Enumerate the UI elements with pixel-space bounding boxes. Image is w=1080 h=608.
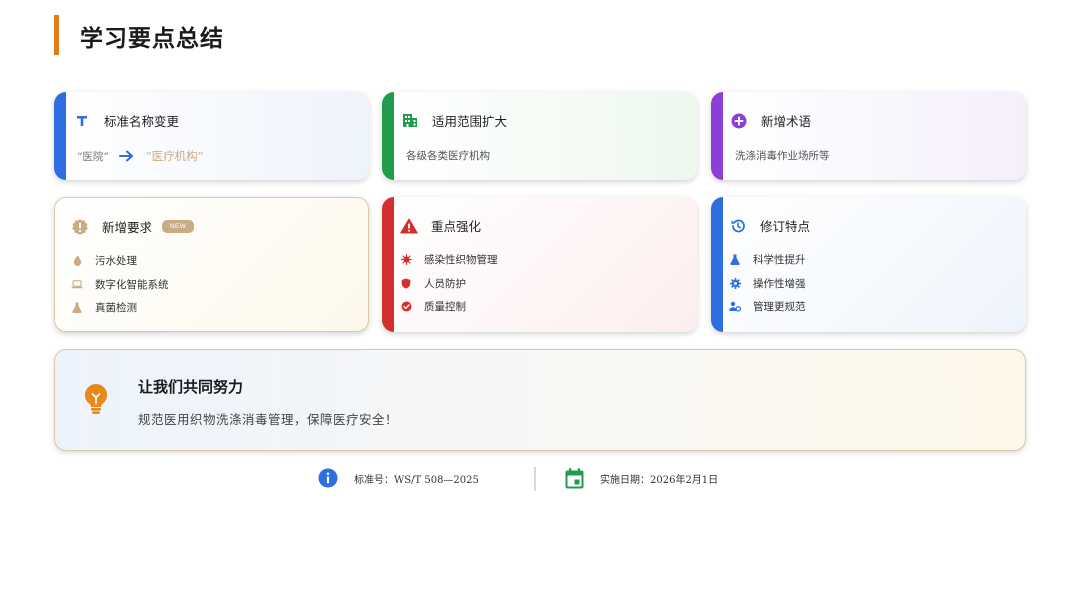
card-scope-expansion: 适用范围扩大 各级各类医疗机构 — [382, 92, 697, 180]
card-new-terms: 新增术语 洗涤消毒作业场所等 — [711, 92, 1026, 180]
card-title: 新增要求 — [102, 220, 153, 235]
plus-circle-icon — [730, 112, 748, 130]
flask-icon — [71, 302, 83, 314]
list-item: 质量控制 — [400, 295, 498, 319]
card-title: 适用范围扩大 — [432, 114, 508, 129]
card-standard-name-change: 标准名称变更 “医院” “医疗机构” — [54, 92, 369, 180]
implementation-date: 实施日期：2026年2月1日 — [600, 475, 719, 486]
users-gear-icon — [729, 301, 741, 313]
list-item: 人员防护 — [400, 272, 498, 296]
calendar-icon — [565, 468, 584, 489]
footer-standard: 标准号：WS/T 508—2025 — [318, 468, 479, 488]
motivation-banner: 让我们共同努力 规范医用织物洗涤消毒管理，保障医疗安全！ — [54, 349, 1026, 451]
warning-icon — [400, 217, 418, 235]
card-accent — [54, 92, 66, 180]
card-accent — [711, 197, 723, 332]
card-title: 标准名称变更 — [104, 114, 180, 129]
card-accent — [711, 92, 723, 180]
droplet-icon — [71, 255, 83, 267]
list-item: 科学性提升 — [729, 248, 806, 272]
list-item: 数字化智能系统 — [71, 273, 169, 297]
arrow-right-icon — [118, 150, 134, 162]
building-icon — [401, 112, 419, 130]
list-item: 真菌检测 — [71, 296, 169, 320]
standard-number: 标准号：WS/T 508—2025 — [354, 474, 479, 486]
history-icon — [729, 217, 747, 235]
card-title: 重点强化 — [431, 219, 482, 234]
list-item: 操作性增强 — [729, 272, 806, 296]
gear-icon — [729, 277, 741, 289]
title-accent-bar — [54, 15, 59, 55]
card-text: 各级各类医疗机构 — [406, 150, 490, 162]
shield-icon — [400, 277, 412, 289]
virus-icon — [400, 254, 412, 266]
lightbulb-icon — [83, 383, 109, 415]
old-name: “医院” — [77, 150, 109, 163]
flask-icon — [729, 254, 741, 266]
list-item: 感染性织物管理 — [400, 248, 498, 272]
footer-divider — [534, 467, 536, 491]
text-t-icon — [73, 112, 91, 130]
card-new-requirements: 新增要求 NEW 污水处理 数字化智能系统 真菌检测 — [54, 197, 369, 332]
check-badge-icon — [400, 301, 412, 313]
footer-date: 实施日期：2026年2月1日 — [565, 468, 718, 489]
card-accent — [382, 197, 394, 332]
card-title: 修订特点 — [760, 219, 811, 234]
card-revision-features: 修订特点 科学性提升 操作性增强 管理更规范 — [711, 197, 1026, 332]
page-title: 学习要点总结 — [80, 25, 224, 52]
banner-subtitle: 规范医用织物洗涤消毒管理，保障医疗安全！ — [138, 412, 399, 427]
laptop-icon — [71, 278, 83, 290]
new-badge: NEW — [162, 220, 195, 233]
info-icon — [318, 468, 338, 488]
list-item: 污水处理 — [71, 249, 169, 273]
exclamation-icon — [71, 218, 89, 236]
banner-title: 让我们共同努力 — [138, 378, 244, 396]
card-accent — [382, 92, 394, 180]
new-name: “医疗机构” — [145, 149, 204, 163]
card-text: 洗涤消毒作业场所等 — [735, 150, 830, 162]
card-title: 新增术语 — [761, 114, 812, 129]
card-key-emphasis: 重点强化 感染性织物管理 人员防护 质量控制 — [382, 197, 697, 332]
list-item: 管理更规范 — [729, 295, 806, 319]
